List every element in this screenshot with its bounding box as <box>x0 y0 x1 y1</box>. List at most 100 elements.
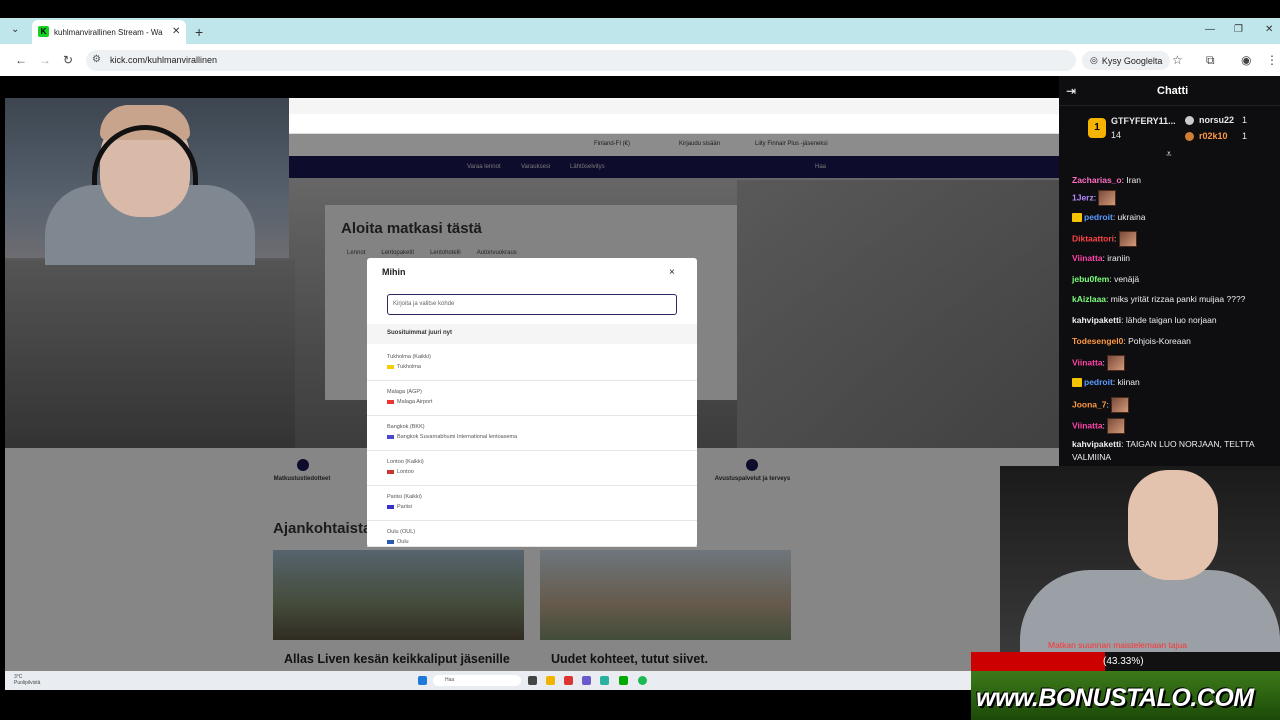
chat-message: Joona_7: <box>1072 397 1277 413</box>
gifter-2-name[interactable]: norsu22 <box>1199 115 1234 125</box>
chat-text: Pohjois-Koreaan <box>1128 336 1191 346</box>
destination-airport-label: Malaga Airport <box>397 399 433 405</box>
destination-item[interactable]: Tukholma (Kaikki) Tukholma <box>367 346 697 381</box>
profile-icon[interactable]: ◉ <box>1241 53 1251 67</box>
explorer-icon[interactable] <box>546 676 555 685</box>
destination-item[interactable]: Oulu (OUL) Oulu <box>367 521 697 547</box>
destination-name: Oulu (OUL) <box>387 529 416 535</box>
cam2-face <box>1128 470 1218 580</box>
destination-name: Pariisi (Kaikki) <box>387 494 422 500</box>
taskbar-weather: 3°C Puolipilvistä <box>14 674 40 686</box>
chat-username[interactable]: Joona_7 <box>1072 399 1107 409</box>
destination-airport: Lontoo <box>387 469 697 475</box>
chat-username[interactable]: 1Jerz <box>1072 192 1094 202</box>
goal-percent: (43.33%) <box>1103 656 1144 667</box>
tab-search-icon[interactable]: ⌄ <box>11 24 19 35</box>
destination-airport-label: Oulu <box>397 539 409 545</box>
destination-item[interactable]: Bangkok (BKK) Bangkok Suvarnabhumi Intern… <box>367 416 697 451</box>
back-icon[interactable]: ← <box>15 53 27 67</box>
ask-google-button[interactable]: ◎ Kysy Googlelta <box>1082 51 1171 70</box>
kick-app-icon[interactable] <box>619 676 628 685</box>
destination-airport-label: Pariisi <box>397 504 412 510</box>
chat-text: miks yrität rizzaa panki muijaa ???? <box>1110 294 1246 304</box>
destination-airport: Pariisi <box>387 504 697 510</box>
new-tab-icon[interactable]: + <box>195 24 203 40</box>
restore-icon[interactable]: ❐ <box>1234 24 1243 35</box>
chat-text: ukraina <box>1117 212 1146 222</box>
gifter-1-name[interactable]: GTFYFERY11... <box>1111 116 1176 126</box>
destination-airport-label: Bangkok Suvarnabhumi International lento… <box>397 434 518 440</box>
chat-title: Chatti <box>1157 85 1189 97</box>
extensions-icon[interactable]: ⧉ <box>1206 53 1215 68</box>
destination-airport: Bangkok Suvarnabhumi International lento… <box>387 434 697 440</box>
reload-icon[interactable]: ↻ <box>63 53 73 67</box>
chat-username[interactable]: Zacharias_o <box>1072 175 1122 185</box>
modal-title: Mihin <box>382 267 406 277</box>
gifter-3-name[interactable]: r02k10 <box>1199 131 1228 141</box>
chat-message: Viinatta: iraniin <box>1072 252 1277 265</box>
close-window-icon[interactable]: ✕ <box>1265 24 1273 35</box>
chat-message: Todesengel0: Pohjois-Koreaan <box>1072 335 1277 348</box>
chat-username[interactable]: pedroit <box>1084 212 1113 222</box>
chat-username[interactable]: Viinatta <box>1072 420 1103 430</box>
bookmark-star-icon[interactable]: ☆ <box>1172 53 1183 67</box>
emote-icon <box>1118 231 1137 247</box>
chat-message: Diktaattori: <box>1072 231 1277 247</box>
url-text[interactable]: kick.com/kuhlmanvirallinen <box>110 55 217 65</box>
chat-expand-icon[interactable]: ⩡ <box>1166 149 1172 160</box>
chat-username[interactable]: kahvipaketti <box>1072 315 1121 325</box>
google-lens-icon: ◎ <box>1090 55 1098 65</box>
goal-text: Matkan suunnan maistelemaan tajua <box>1048 640 1187 650</box>
chat-username[interactable]: Diktaattori <box>1072 233 1114 243</box>
inner-browser-tabbar <box>289 98 1059 114</box>
chat-username[interactable]: Viinatta <box>1072 253 1103 263</box>
gifter-2-count: 1 <box>1242 115 1248 125</box>
site-info-icon[interactable]: ⚙ <box>92 54 101 65</box>
destination-name: Bangkok (BKK) <box>387 424 425 430</box>
destination-airport-label: Tukholma <box>397 364 421 370</box>
destination-item[interactable]: Pariisi (Kaikki) Pariisi <box>367 486 697 521</box>
tab-title: kuhlmanvirallinen Stream - Wa <box>54 27 163 37</box>
app-icon[interactable] <box>564 676 573 685</box>
gifter-3-count: 1 <box>1242 131 1248 141</box>
flag-icon <box>387 540 394 544</box>
flag-icon <box>387 365 394 369</box>
chat-message: pedroit: ukraina <box>1072 211 1277 224</box>
taskbar-search[interactable]: Haa <box>433 675 521 686</box>
chat-username[interactable]: kAizlaaa <box>1072 294 1106 304</box>
chat-text: Iran <box>1126 175 1142 185</box>
forward-icon[interactable]: → <box>39 53 51 67</box>
tab-close-icon[interactable]: ✕ <box>172 26 180 37</box>
chat-text: iraniin <box>1107 253 1130 263</box>
destination-search-input[interactable]: Kirjoita ja valitse kohde <box>387 294 677 315</box>
discord-icon[interactable] <box>582 676 591 685</box>
chat-message: kahvipaketti: lähde taigan luo norjaan <box>1072 314 1277 327</box>
chat-username[interactable]: Todesengel0 <box>1072 336 1123 346</box>
chat-message: kahvipaketti: TAIGAN LUO NORJAAN, TELTTA… <box>1072 438 1277 464</box>
menu-dots-icon[interactable]: ⋮ <box>1266 53 1278 67</box>
chat-username[interactable]: jebu0fem <box>1072 274 1109 284</box>
destination-item[interactable]: Malaga (AGP) Malaga Airport <box>367 381 697 416</box>
browser-tab[interactable]: kuhlmanvirallinen Stream - Wa <box>32 20 186 44</box>
rank-1-badge-icon: 1 <box>1088 118 1106 138</box>
start-icon[interactable] <box>418 676 427 685</box>
destination-airport: Malaga Airport <box>387 399 697 405</box>
app2-icon[interactable] <box>600 676 609 685</box>
flag-icon <box>387 435 394 439</box>
chat-username[interactable]: kahvipaketti <box>1072 439 1121 449</box>
modal-close-icon[interactable]: × <box>669 267 675 278</box>
minimize-icon[interactable]: — <box>1205 24 1215 35</box>
collapse-chat-icon[interactable]: ⇥ <box>1066 84 1076 98</box>
chat-text: kiinan <box>1117 377 1140 387</box>
spotify-icon[interactable] <box>638 676 647 685</box>
chat-username[interactable]: pedroit <box>1084 377 1113 387</box>
url-box[interactable] <box>86 50 1076 71</box>
chat-message: Viinatta: <box>1072 355 1277 371</box>
destination-item[interactable]: Lontoo (Kaikki) Lontoo <box>367 451 697 486</box>
inner-browser-addressbar <box>289 114 1059 134</box>
taskview-icon[interactable] <box>528 676 537 685</box>
chat-message: kAizlaaa: miks yrität rizzaa panki muija… <box>1072 293 1277 306</box>
crown-badge-icon <box>1072 213 1082 223</box>
chat-message: jebu0fem: venäjä <box>1072 273 1277 286</box>
chat-username[interactable]: Viinatta <box>1072 357 1103 367</box>
